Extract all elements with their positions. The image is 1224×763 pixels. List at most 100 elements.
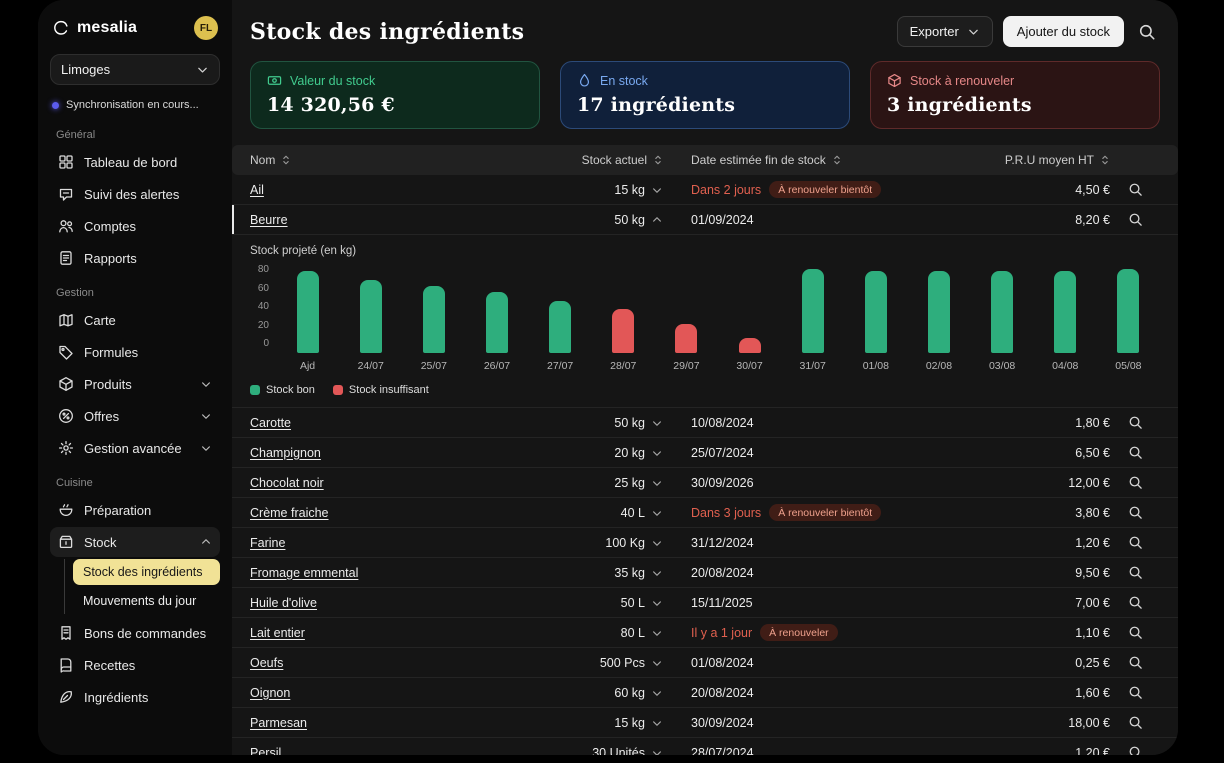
unit-price: 1,80 € [990,416,1110,430]
stock-quantity-select[interactable]: 500 Pcs [530,656,663,670]
sidebar-item-preparation[interactable]: Préparation [50,495,220,525]
stock-quantity-select[interactable]: 50 L [530,596,663,610]
search-button[interactable] [1134,19,1160,45]
ingredients-icon [58,689,74,705]
sync-status: Synchronisation en cours... [50,97,220,113]
sidebar-item-carte[interactable]: Carte [50,305,220,335]
chevron-down-icon [200,410,212,422]
bar-27-07 [549,301,571,354]
ingredient-name-link[interactable]: Crème fraiche [250,506,530,520]
sidebar-item-bons-de-commandes[interactable]: Bons de commandes [50,618,220,648]
row-search-button[interactable] [1110,745,1160,755]
stock-value: 20 kg [614,446,645,460]
ingredient-name-link[interactable]: Huile d'olive [250,596,530,610]
x-tick-label: 05/08 [1097,360,1160,372]
chevron-down-icon [651,657,663,669]
chevron-down-icon [200,442,212,454]
table-row: Farine100 Kg31/12/20241,20 € [232,528,1178,558]
stock-quantity-select[interactable]: 60 kg [530,686,663,700]
row-search-button[interactable] [1110,595,1160,610]
sidebar-item-offres[interactable]: Offres [50,401,220,431]
chevron-down-icon [651,687,663,699]
row-search-button[interactable] [1110,655,1160,670]
chevron-down-icon [651,447,663,459]
stock-quantity-select[interactable]: 100 Kg [530,536,663,550]
ingredient-name-link[interactable]: Lait entier [250,626,530,640]
stat-label: Valeur du stock [290,74,375,88]
row-search-button[interactable] [1110,625,1160,640]
end-date-text: 30/09/2026 [691,476,754,490]
sidebar-item-formules[interactable]: Formules [50,337,220,367]
stock-quantity-select[interactable]: 20 kg [530,446,663,460]
ingredient-name-link[interactable]: Fromage emmental [250,566,530,580]
row-search-button[interactable] [1110,415,1160,430]
stock-quantity-select[interactable]: 40 L [530,506,663,520]
row-search-button[interactable] [1110,445,1160,460]
row-search-button[interactable] [1110,685,1160,700]
ingredient-name-link[interactable]: Chocolat noir [250,476,530,490]
sidebar-item-gestion-avancee[interactable]: Gestion avancée [50,433,220,463]
column-header-stock-actuel[interactable]: Stock actuel [530,153,663,167]
table-row: Oignon60 kg20/08/20241,60 € [232,678,1178,708]
row-search-button[interactable] [1110,535,1160,550]
stock-quantity-select[interactable]: 50 kg [530,213,663,227]
column-header-nom[interactable]: Nom [250,153,530,167]
stock-quantity-select[interactable]: 25 kg [530,476,663,490]
sidebar-item-stock[interactable]: Stock [50,527,220,557]
sidebar-item-recettes[interactable]: Recettes [50,650,220,680]
row-search-button[interactable] [1110,715,1160,730]
table-row: Persil30 Unités28/07/20241,20 € [232,738,1178,755]
add-stock-button[interactable]: Ajouter du stock [1003,16,1124,47]
sidebar-subitem-stock-des-ingredients[interactable]: Stock des ingrédients [73,559,220,585]
sidebar-item-suivi-des-alertes[interactable]: Suivi des alertes [50,179,220,209]
renew-badge: À renouveler bientôt [769,504,881,521]
ingredient-name-link[interactable]: Carotte [250,416,530,430]
table-row: Oeufs500 Pcs01/08/20240,25 € [232,648,1178,678]
chevron-down-icon [651,417,663,429]
chevron-down-icon [651,477,663,489]
end-date-text: 10/08/2024 [691,416,754,430]
ingredient-name-link[interactable]: Beurre [250,213,530,227]
search-icon [1128,445,1143,460]
sidebar-item-comptes[interactable]: Comptes [50,211,220,241]
end-date-text: Dans 2 jours [691,183,761,197]
row-search-button[interactable] [1110,505,1160,520]
stock-quantity-select[interactable]: 80 L [530,626,663,640]
map-icon [58,312,74,328]
location-select[interactable]: Limoges [50,54,220,85]
sidebar-item-ingredients[interactable]: Ingrédients [50,682,220,712]
stock-quantity-select[interactable]: 30 Unités [530,746,663,756]
x-tick-label: 31/07 [781,360,844,372]
row-search-button[interactable] [1110,565,1160,580]
sidebar-subitem-mouvements-du-jour[interactable]: Mouvements du jour [73,588,220,614]
table-row: Beurre50 kg01/09/20248,20 € [232,205,1178,235]
export-button[interactable]: Exporter [897,16,993,47]
chevron-down-icon [651,507,663,519]
stock-quantity-select[interactable]: 50 kg [530,416,663,430]
ingredient-name-link[interactable]: Champignon [250,446,530,460]
ingredient-name-link[interactable]: Oeufs [250,656,530,670]
search-icon [1128,685,1143,700]
sidebar-item-tableau-de-bord[interactable]: Tableau de bord [50,147,220,177]
stock-quantity-select[interactable]: 15 kg [530,183,663,197]
row-search-button[interactable] [1110,475,1160,490]
search-icon [1128,505,1143,520]
row-search-button[interactable] [1110,212,1160,227]
avatar[interactable]: FL [194,16,218,40]
column-header-date-estimee-fin-de-stock[interactable]: Date estimée fin de stock [663,153,990,167]
search-icon [1128,535,1143,550]
row-search-button[interactable] [1110,182,1160,197]
sidebar-item-produits[interactable]: Produits [50,369,220,399]
column-header-label: P.R.U moyen HT [1005,153,1094,167]
ingredient-name-link[interactable]: Farine [250,536,530,550]
sidebar-item-rapports[interactable]: Rapports [50,243,220,273]
stock-quantity-select[interactable]: 35 kg [530,566,663,580]
column-header-p-r-u-moyen-ht[interactable]: P.R.U moyen HT [990,153,1110,167]
ingredient-name-link[interactable]: Oignon [250,686,530,700]
ingredient-name-link[interactable]: Persil [250,746,530,756]
bar-slot [971,269,1034,353]
ingredient-name-link[interactable]: Ail [250,183,530,197]
stock-quantity-select[interactable]: 15 kg [530,716,663,730]
recipes-icon [58,657,74,673]
ingredient-name-link[interactable]: Parmesan [250,716,530,730]
